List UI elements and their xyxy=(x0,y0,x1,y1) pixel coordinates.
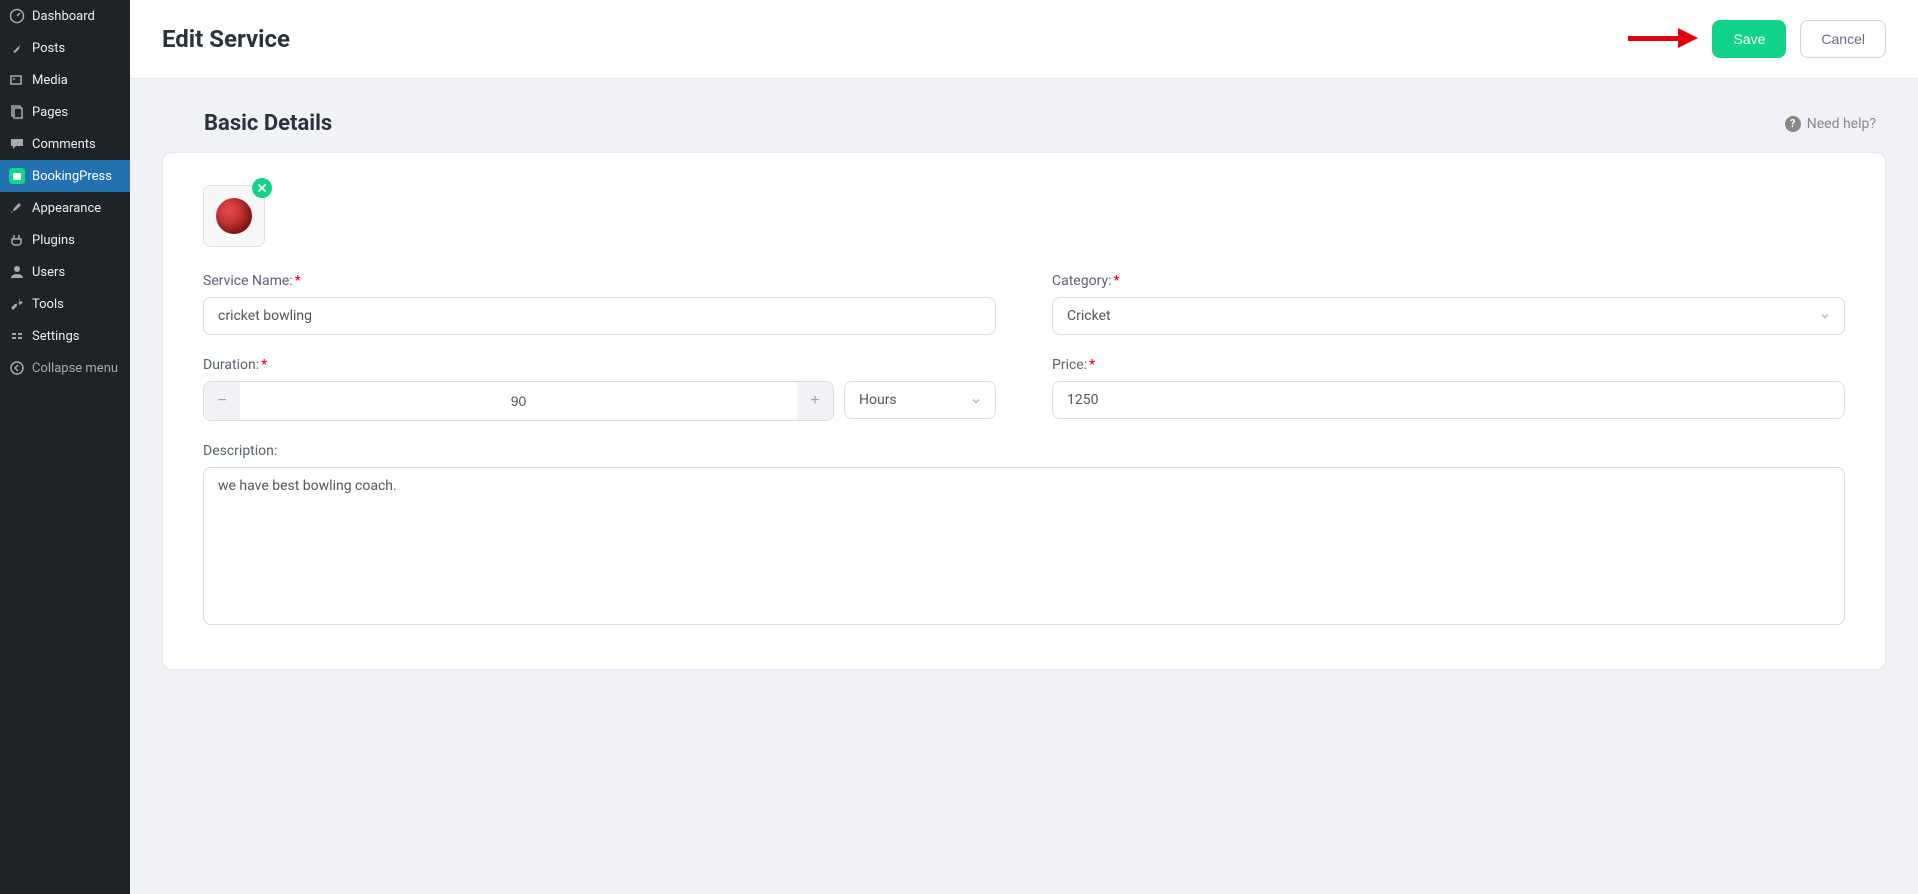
tools-icon xyxy=(8,295,26,313)
duration-stepper: − + xyxy=(203,381,834,421)
required-asterisk: * xyxy=(261,357,267,373)
service-image-preview xyxy=(216,198,252,234)
dashboard-icon xyxy=(8,7,26,25)
main-area: Edit Service Save Cancel Basic Details ?… xyxy=(130,0,1918,894)
sidebar-collapse[interactable]: Collapse menu xyxy=(0,352,130,384)
sidebar-item-label: Pages xyxy=(32,105,68,120)
page-title: Edit Service xyxy=(162,25,290,53)
sidebar-item-label: Settings xyxy=(32,329,79,344)
collapse-icon xyxy=(8,359,26,377)
help-link[interactable]: ? Need help? xyxy=(1785,116,1876,132)
description-textarea[interactable] xyxy=(203,467,1845,625)
sidebar-item-label: Appearance xyxy=(32,201,101,216)
sidebar-item-tools[interactable]: Tools xyxy=(0,288,130,320)
topbar-actions: Save Cancel xyxy=(1628,20,1886,58)
comments-icon xyxy=(8,135,26,153)
users-icon xyxy=(8,263,26,281)
brush-icon xyxy=(8,199,26,217)
sidebar-item-label: Collapse menu xyxy=(32,361,118,376)
duration-increment-button[interactable]: + xyxy=(797,382,833,420)
duration-label: Duration:* xyxy=(203,357,996,373)
price-label: Price:* xyxy=(1052,357,1845,373)
help-label: Need help? xyxy=(1807,116,1876,132)
bookingpress-icon xyxy=(8,167,26,185)
sidebar-item-label: BookingPress xyxy=(32,169,112,184)
sidebar-item-posts[interactable]: Posts xyxy=(0,32,130,64)
sidebar-item-pages[interactable]: Pages xyxy=(0,96,130,128)
pages-icon xyxy=(8,103,26,121)
basic-details-card: Service Name:* Category:* Cricket xyxy=(162,152,1886,670)
wp-admin-sidebar: Dashboard Posts Media Pages Comments Boo… xyxy=(0,0,130,894)
duration-input[interactable] xyxy=(240,382,797,420)
sidebar-item-label: Posts xyxy=(32,41,65,56)
service-image-upload[interactable] xyxy=(203,185,265,247)
sidebar-item-label: Dashboard xyxy=(32,9,95,24)
sidebar-item-dashboard[interactable]: Dashboard xyxy=(0,0,130,32)
required-asterisk: * xyxy=(1089,357,1095,373)
sidebar-item-users[interactable]: Users xyxy=(0,256,130,288)
sidebar-item-settings[interactable]: Settings xyxy=(0,320,130,352)
required-asterisk: * xyxy=(1113,273,1119,289)
sidebar-item-plugins[interactable]: Plugins xyxy=(0,224,130,256)
pin-icon xyxy=(8,39,26,57)
description-label: Description: xyxy=(203,443,1845,459)
sidebar-item-label: Users xyxy=(32,265,65,280)
section-header: Basic Details ? Need help? xyxy=(204,111,1876,136)
service-name-label: Service Name:* xyxy=(203,273,996,289)
category-label: Category:* xyxy=(1052,273,1845,289)
cancel-button[interactable]: Cancel xyxy=(1800,20,1886,58)
section-title: Basic Details xyxy=(204,111,332,136)
sidebar-item-comments[interactable]: Comments xyxy=(0,128,130,160)
sidebar-item-label: Tools xyxy=(32,297,64,312)
sidebar-item-bookingpress[interactable]: BookingPress xyxy=(0,160,130,192)
annotation-arrow xyxy=(1628,32,1698,46)
close-icon xyxy=(257,183,267,193)
sidebar-item-label: Plugins xyxy=(32,233,75,248)
service-name-input[interactable] xyxy=(203,297,996,335)
sidebar-item-appearance[interactable]: Appearance xyxy=(0,192,130,224)
settings-icon xyxy=(8,327,26,345)
sidebar-item-label: Comments xyxy=(32,137,96,152)
content: Basic Details ? Need help? Service Name:… xyxy=(130,79,1918,702)
sidebar-item-label: Media xyxy=(32,73,68,88)
topbar: Edit Service Save Cancel xyxy=(130,0,1918,79)
price-input[interactable] xyxy=(1052,381,1845,419)
media-icon xyxy=(8,71,26,89)
sidebar-item-media[interactable]: Media xyxy=(0,64,130,96)
duration-unit-select[interactable]: Hours xyxy=(844,381,996,419)
required-asterisk: * xyxy=(295,273,301,289)
duration-decrement-button[interactable]: − xyxy=(204,382,240,420)
help-icon: ? xyxy=(1785,116,1801,132)
remove-image-button[interactable] xyxy=(252,178,272,198)
plug-icon xyxy=(8,231,26,249)
save-button[interactable]: Save xyxy=(1712,20,1786,58)
category-select[interactable]: Cricket xyxy=(1052,297,1845,335)
